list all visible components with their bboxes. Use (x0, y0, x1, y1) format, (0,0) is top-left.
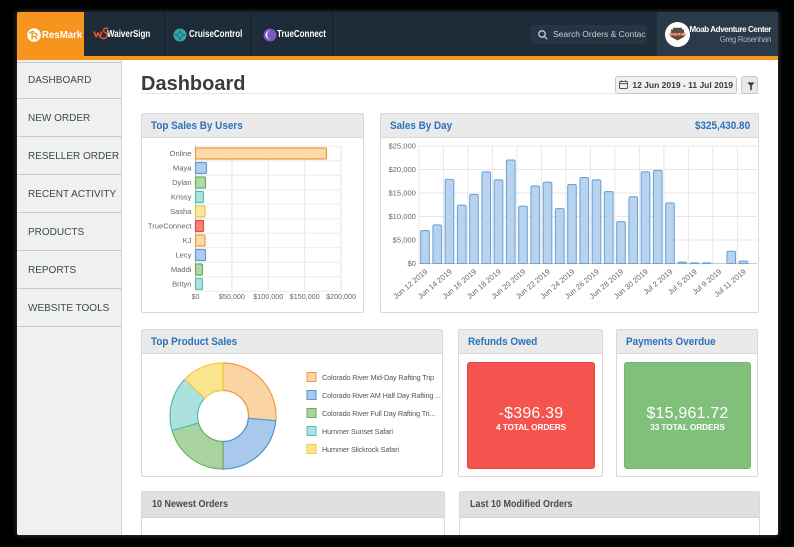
svg-text:Maddi: Maddi (171, 265, 192, 274)
svg-text:$5,000: $5,000 (393, 236, 416, 245)
svg-text:TrueConnect: TrueConnect (148, 222, 193, 231)
svg-text:Colorado River Mid-Day Rafting: Colorado River Mid-Day Rafting Trip (322, 373, 434, 382)
svg-text:$200,000: $200,000 (326, 292, 356, 301)
svg-text:Hummer Sunset Safari: Hummer Sunset Safari (322, 427, 393, 436)
svg-text:$100,000: $100,000 (253, 292, 283, 301)
svg-text:Lecy: Lecy (175, 251, 191, 260)
svg-text:KJ: KJ (183, 236, 192, 245)
svg-text:$0: $0 (407, 259, 415, 268)
svg-text:Brityn: Brityn (172, 280, 191, 289)
svg-text:Sasha: Sasha (170, 207, 192, 216)
svg-text:Krissy: Krissy (171, 193, 192, 202)
svg-text:$20,000: $20,000 (388, 165, 415, 174)
svg-text:Colorado River AM Half Day Raf: Colorado River AM Half Day Rafting ... (322, 391, 441, 400)
svg-text:Hummer Slickrock Safari: Hummer Slickrock Safari (322, 445, 399, 454)
svg-text:$0: $0 (192, 292, 200, 301)
svg-text:Maya: Maya (173, 164, 192, 173)
svg-text:Online: Online (170, 149, 192, 158)
svg-text:$150,000: $150,000 (290, 292, 320, 301)
svg-text:R: R (30, 31, 38, 42)
svg-text:$25,000: $25,000 (388, 142, 415, 151)
svg-text:ADVENTURE: ADVENTURE (668, 33, 688, 37)
svg-text:Dylan: Dylan (172, 178, 191, 187)
svg-text:$10,000: $10,000 (388, 212, 415, 221)
svg-text:Colorado River Full Day Raftin: Colorado River Full Day Rafting Tri... (322, 409, 435, 418)
svg-text:$50,000: $50,000 (219, 292, 245, 301)
svg-text:$15,000: $15,000 (388, 189, 415, 198)
